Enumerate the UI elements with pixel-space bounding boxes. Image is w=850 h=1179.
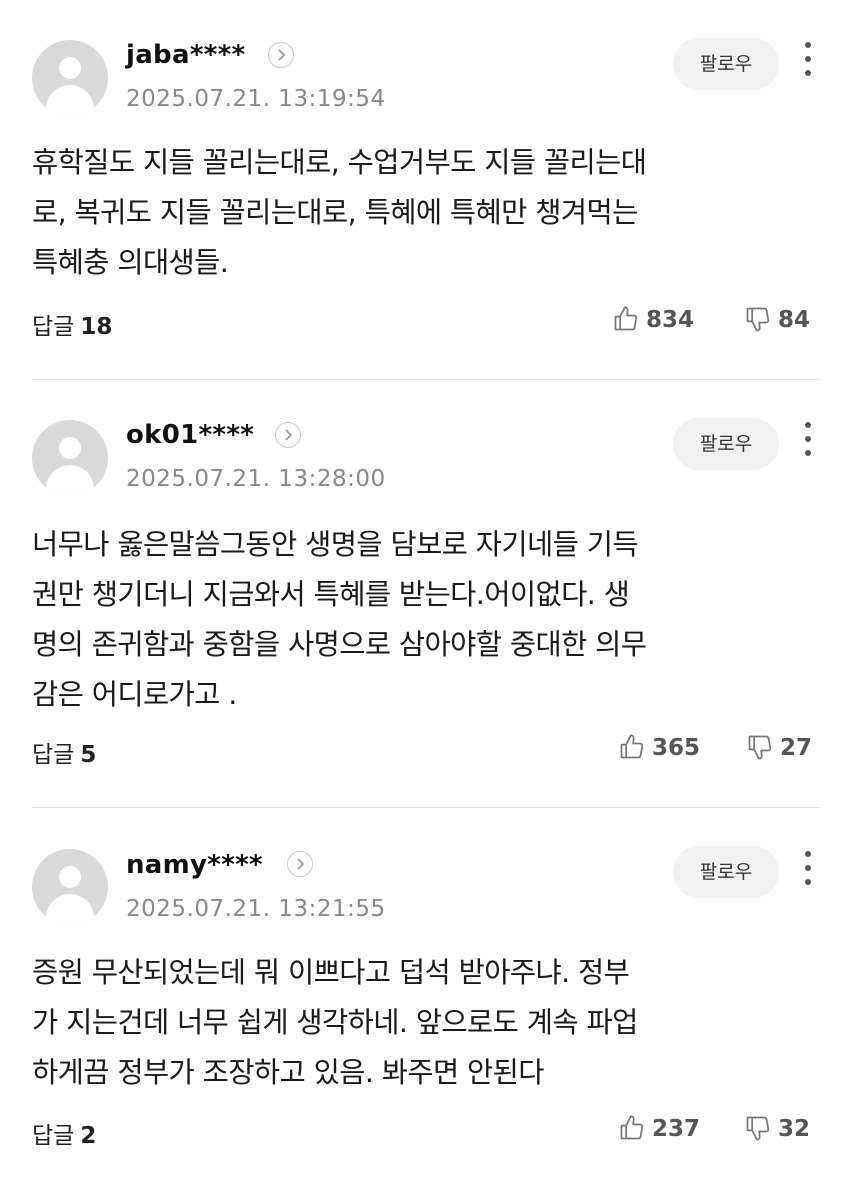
- comment-text: 휴학질도 지들 꼴리는대로, 수업거부도 지들 꼴리는대 로, 복귀도 지들 꼴…: [32, 138, 822, 288]
- comment-line: 감은 어디로가고 .: [32, 678, 237, 711]
- like-count: 834: [646, 307, 695, 333]
- dislike-count: 27: [780, 735, 813, 761]
- comment-line: 명의 존귀함과 중함을 사명으로 삼아야할 중대한 의무: [32, 628, 647, 661]
- reply-count: 18: [80, 314, 113, 340]
- follow-button[interactable]: 팔로우: [673, 38, 779, 90]
- dislike-button[interactable]: 27: [746, 733, 812, 761]
- timestamp: 2025.07.21. 13:28:00: [126, 466, 386, 492]
- like-count: 237: [652, 1116, 701, 1142]
- thumbs-up-icon: [620, 1115, 644, 1140]
- reply-button[interactable]: 답글 18: [32, 307, 112, 341]
- comment-line: 로, 복귀도 지들 꼴리는대로, 특혜에 특혜만 챙겨먹는: [32, 196, 638, 229]
- timestamp: 2025.07.21. 13:21:55: [126, 896, 386, 922]
- comment-line: 너무나 옳은말씀그동안 생명을 담보로 자기네들 기득: [32, 528, 639, 561]
- more-options-icon[interactable]: [800, 851, 816, 891]
- avatar[interactable]: [32, 849, 108, 925]
- more-options-icon[interactable]: [800, 42, 816, 82]
- comment-line: 하게끔 정부가 조장하고 있음. 봐주면 안된다: [32, 1056, 545, 1089]
- timestamp: 2025.07.21. 13:19:54: [126, 86, 386, 112]
- dislike-count: 84: [778, 307, 811, 333]
- chevron-right-icon[interactable]: [275, 422, 301, 448]
- comment-line: 휴학질도 지들 꼴리는대로, 수업거부도 지들 꼴리는대: [32, 146, 647, 179]
- follow-button[interactable]: 팔로우: [673, 418, 779, 470]
- thumbs-down-icon: [746, 1116, 770, 1141]
- reply-label: 답글: [32, 314, 75, 340]
- comment-text: 증원 무산되었는데 뭐 이쁘다고 덥석 받아주냐. 정부 가 지는건데 너무 쉽…: [32, 948, 822, 1098]
- thumbs-down-icon: [748, 735, 772, 760]
- like-button[interactable]: 834: [612, 305, 694, 333]
- reply-label: 답글: [32, 1123, 75, 1149]
- username[interactable]: namy****: [126, 850, 263, 880]
- reply-button[interactable]: 답글 5: [32, 735, 96, 769]
- like-button[interactable]: 237: [618, 1114, 700, 1142]
- username[interactable]: jaba****: [126, 40, 245, 70]
- avatar[interactable]: [32, 420, 108, 496]
- dislike-count: 32: [778, 1116, 811, 1142]
- thumbs-up-icon: [620, 734, 644, 759]
- avatar[interactable]: [32, 40, 108, 116]
- comment-line: 권만 챙기더니 지금와서 특혜를 받는다.어이없다. 생: [32, 578, 630, 611]
- follow-button[interactable]: 팔로우: [673, 846, 779, 898]
- chevron-right-icon[interactable]: [268, 42, 294, 68]
- comment: namy**** 2025.07.21. 13:21:55 팔로우 증원 무산되…: [0, 808, 850, 1179]
- username[interactable]: ok01****: [126, 420, 254, 450]
- thumbs-up-icon: [614, 306, 638, 331]
- reply-count: 2: [80, 1123, 97, 1149]
- comment-text: 너무나 옳은말씀그동안 생명을 담보로 자기네들 기득 권만 챙기더니 지금와서…: [32, 520, 822, 720]
- like-button[interactable]: 365: [618, 733, 700, 761]
- more-options-icon[interactable]: [800, 422, 816, 462]
- reply-count: 5: [80, 742, 97, 768]
- dislike-button[interactable]: 84: [744, 305, 810, 333]
- chevron-right-icon[interactable]: [287, 851, 313, 877]
- comment: jaba**** 2025.07.21. 13:19:54 팔로우 휴학질도 지…: [0, 0, 850, 380]
- comment: ok01**** 2025.07.21. 13:28:00 팔로우 너무나 옳은…: [0, 380, 850, 808]
- thumbs-down-icon: [746, 307, 770, 332]
- comment-line: 증원 무산되었는데 뭐 이쁘다고 덥석 받아주냐. 정부: [32, 956, 630, 989]
- like-count: 365: [652, 735, 701, 761]
- comment-line: 가 지는건데 너무 쉽게 생각하네. 앞으로도 계속 파업: [32, 1006, 638, 1039]
- dislike-button[interactable]: 32: [744, 1114, 810, 1142]
- reply-button[interactable]: 답글 2: [32, 1116, 96, 1150]
- comment-line: 특혜충 의대생들.: [32, 246, 229, 279]
- reply-label: 답글: [32, 742, 75, 768]
